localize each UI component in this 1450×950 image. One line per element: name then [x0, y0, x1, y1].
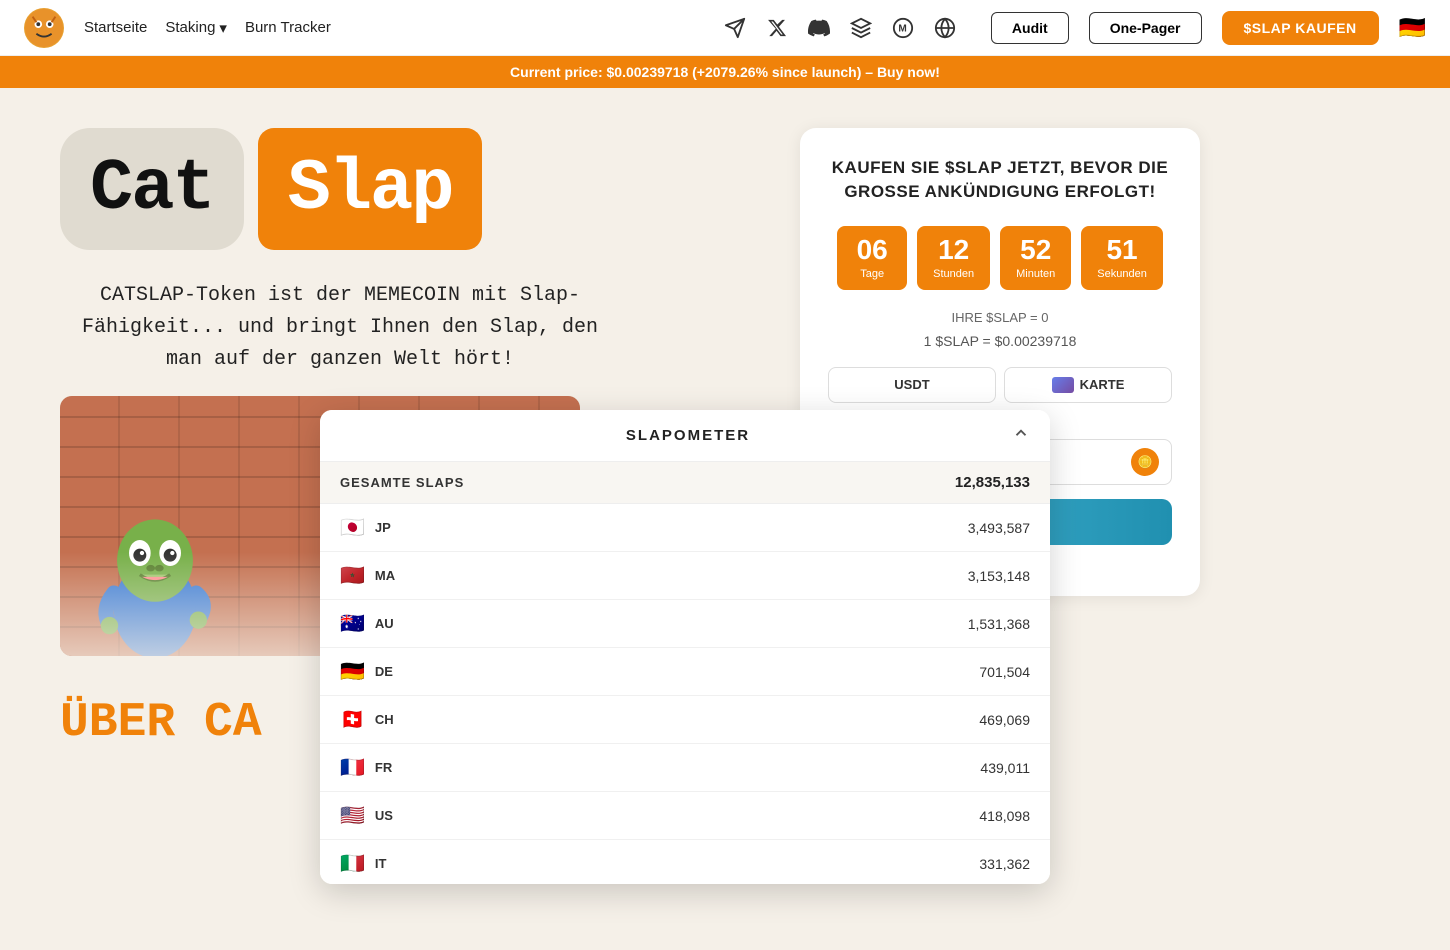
- countdown-hours: 12 Stunden: [917, 226, 990, 290]
- countdown-seconds: 51 Sekunden: [1081, 226, 1163, 290]
- nav-staking[interactable]: Staking ▾: [165, 19, 227, 37]
- slap-total-value: 12,835,133: [955, 474, 1030, 491]
- svg-text:M: M: [898, 23, 906, 34]
- slap-country-list: 🇯🇵 JP 3,493,587 🇲🇦 MA 3,153,148 🇦🇺 AU 1,…: [320, 504, 1050, 884]
- discord-icon[interactable]: [805, 14, 833, 42]
- slapometer-panel: SLAPOMETER GESAMTE SLAPS 12,835,133 🇯🇵 J…: [320, 410, 1050, 884]
- site-logo[interactable]: [24, 8, 64, 48]
- slap-list-item: 🇫🇷 FR 439,011: [320, 744, 1050, 792]
- slap-list-item: 🇺🇸 US 418,098: [320, 792, 1050, 840]
- slap-list-item: 🇯🇵 JP 3,493,587: [320, 504, 1050, 552]
- onepager-button[interactable]: One-Pager: [1089, 12, 1202, 44]
- slap-count: 701,504: [979, 664, 1030, 680]
- slap-row-left: 🇲🇦 MA: [340, 563, 395, 588]
- country-flag: 🇮🇹: [340, 851, 365, 876]
- slap-count: 1,531,368: [968, 616, 1030, 632]
- m-coin-icon[interactable]: M: [889, 14, 917, 42]
- slap-count: 469,069: [979, 712, 1030, 728]
- slap-row-left: 🇩🇪 DE: [340, 659, 393, 684]
- country-code: FR: [375, 760, 392, 775]
- country-code: AU: [375, 616, 394, 631]
- globe-icon[interactable]: [931, 14, 959, 42]
- logo-area: Cat Slap: [60, 128, 760, 250]
- nav-links: Startseite Staking ▾ Burn Tracker: [84, 19, 701, 37]
- tab-card[interactable]: KARTE: [1004, 367, 1172, 403]
- price-ticker: Current price: $0.00239718 (+2079.26% si…: [0, 56, 1450, 88]
- slap-count: 331,362: [979, 856, 1030, 872]
- navbar: Startseite Staking ▾ Burn Tracker: [0, 0, 1450, 56]
- slap-row-left: 🇮🇹 IT: [340, 851, 386, 876]
- slap-list-item: 🇮🇹 IT 331,362: [320, 840, 1050, 884]
- mask-icon[interactable]: [847, 14, 875, 42]
- slap-count: 3,153,148: [968, 568, 1030, 584]
- slap-count: 418,098: [979, 808, 1030, 824]
- country-flag: 🇲🇦: [340, 563, 365, 588]
- nav-social-icons: M: [721, 14, 959, 42]
- slap-count: 3,493,587: [968, 520, 1030, 536]
- slap-label: Slap: [258, 128, 483, 250]
- slap-list-item: 🇦🇺 AU 1,531,368: [320, 600, 1050, 648]
- country-code: US: [375, 808, 393, 823]
- buy-button[interactable]: $SLAP KAUFEN: [1222, 11, 1379, 45]
- country-flag: 🇨🇭: [340, 707, 365, 732]
- audit-button[interactable]: Audit: [991, 12, 1069, 44]
- slap-row-left: 🇦🇺 AU: [340, 611, 394, 636]
- slap-list-item: 🇲🇦 MA 3,153,148: [320, 552, 1050, 600]
- slap-rate: 1 $SLAP = $0.00239718: [828, 333, 1172, 349]
- cat-label: Cat: [60, 128, 244, 250]
- payment-tabs: USDT KARTE: [828, 367, 1172, 403]
- slap-row-left: 🇯🇵 JP: [340, 515, 391, 540]
- countdown-days: 06 Tage: [837, 226, 907, 290]
- country-flag: 🇺🇸: [340, 803, 365, 828]
- token-icon: 🪙: [1131, 448, 1159, 476]
- country-code: DE: [375, 664, 393, 679]
- telegram-icon[interactable]: [721, 14, 749, 42]
- slapometer-close-button[interactable]: [1012, 424, 1030, 447]
- country-flag: 🇫🇷: [340, 755, 365, 780]
- hero-description: CATSLAP-Token ist der MEMECOIN mit Slap-…: [60, 280, 620, 376]
- x-twitter-icon[interactable]: [763, 14, 791, 42]
- country-code: JP: [375, 520, 391, 535]
- country-code: CH: [375, 712, 394, 727]
- slap-row-left: 🇨🇭 CH: [340, 707, 394, 732]
- slap-row-left: 🇫🇷 FR: [340, 755, 392, 780]
- country-code: IT: [375, 856, 387, 871]
- slap-total-row: GESAMTE SLAPS 12,835,133: [320, 462, 1050, 504]
- country-flag: 🇩🇪: [340, 659, 365, 684]
- country-code: MA: [375, 568, 395, 583]
- slap-list-item: 🇩🇪 DE 701,504: [320, 648, 1050, 696]
- country-flag: 🇯🇵: [340, 515, 365, 540]
- chevron-down-icon: ▾: [219, 19, 227, 37]
- slapometer-header: SLAPOMETER: [320, 410, 1050, 462]
- card-icon: [1052, 377, 1074, 393]
- slapometer-title: SLAPOMETER: [364, 427, 1012, 444]
- nav-burn-tracker[interactable]: Burn Tracker: [245, 19, 331, 36]
- country-flag: 🇦🇺: [340, 611, 365, 636]
- tab-usdt[interactable]: USDT: [828, 367, 996, 403]
- slap-total-label: GESAMTE SLAPS: [340, 475, 464, 490]
- slap-balance: IHRE $SLAP = 0: [828, 310, 1172, 325]
- slap-list-item: 🇨🇭 CH 469,069: [320, 696, 1050, 744]
- buy-panel-title: KAUFEN SIE $SLAP JETZT, BEVOR DIE GROSSE…: [828, 156, 1172, 204]
- countdown-minutes: 52 Minuten: [1000, 226, 1071, 290]
- slap-count: 439,011: [980, 760, 1030, 776]
- language-flag[interactable]: 🇩🇪: [1399, 15, 1426, 41]
- countdown: 06 Tage 12 Stunden 52 Minuten 51 Sekunde…: [828, 226, 1172, 290]
- nav-startseite[interactable]: Startseite: [84, 19, 147, 36]
- slap-row-left: 🇺🇸 US: [340, 803, 393, 828]
